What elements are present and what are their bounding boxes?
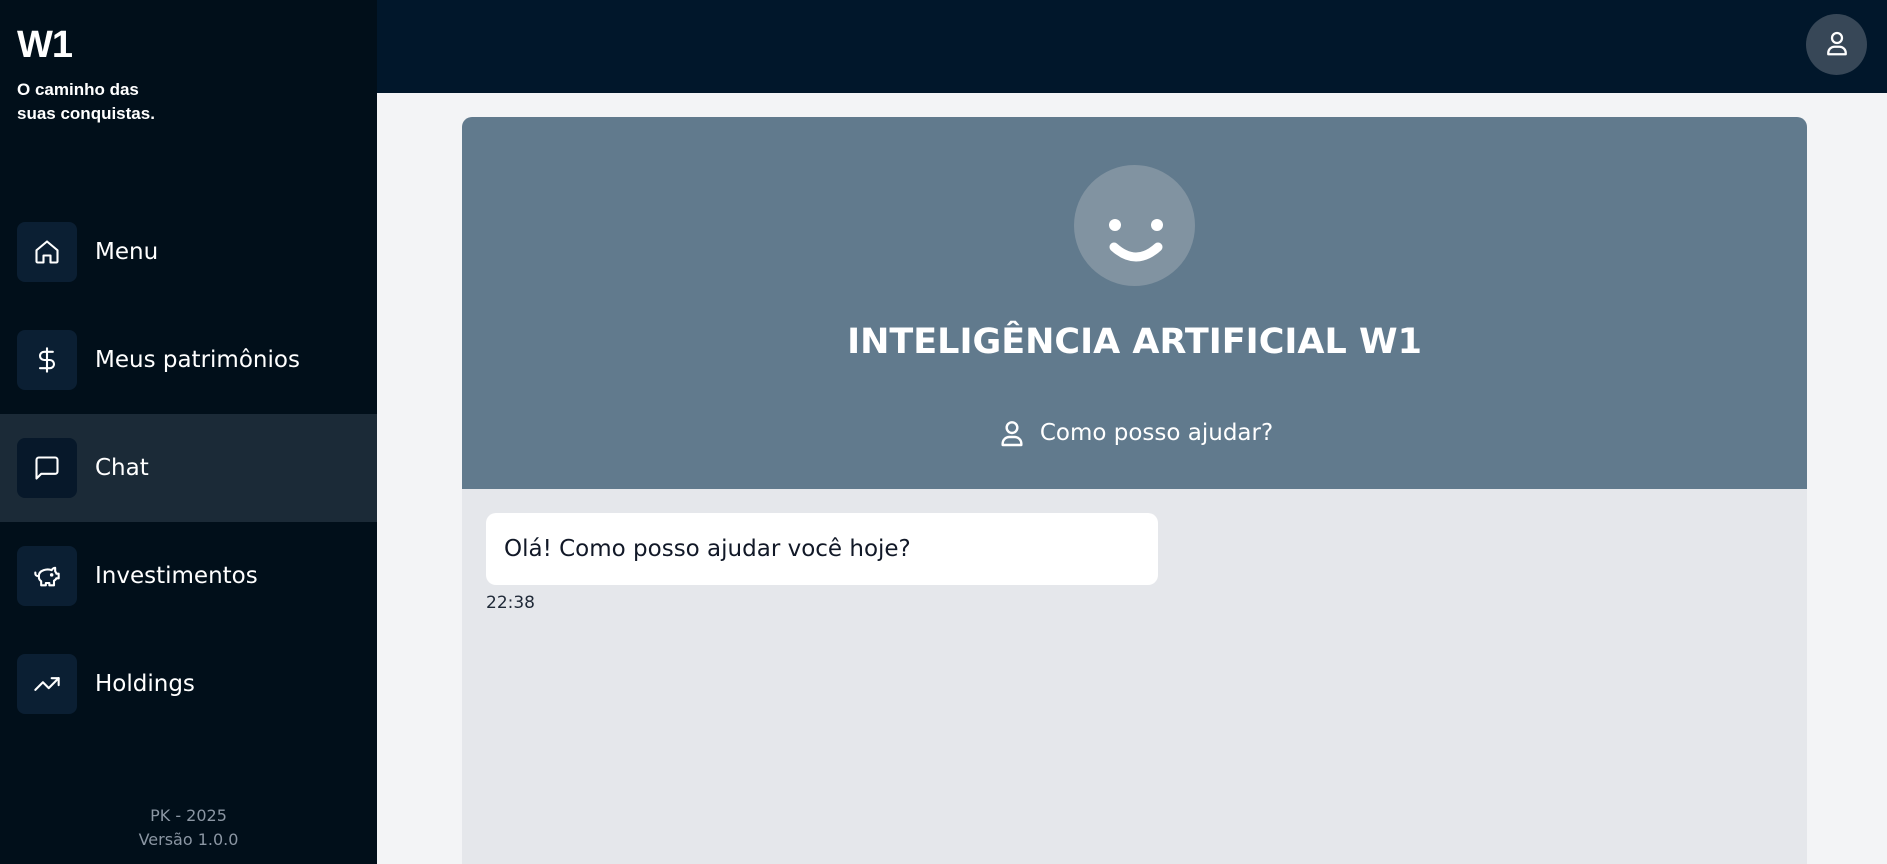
sidebar-item-meus-patrimonios[interactable]: Meus patrimônios xyxy=(0,306,377,414)
home-icon xyxy=(17,222,77,282)
tagline: O caminho das suas conquistas. xyxy=(17,80,155,123)
message-text: Olá! Como posso ajudar você hoje? xyxy=(504,536,911,562)
topbar xyxy=(377,0,1887,93)
logo[interactable]: W1 xyxy=(17,24,73,67)
sidebar: W1 O caminho das suas conquistas. Menu M… xyxy=(0,0,377,864)
user-icon xyxy=(1822,28,1852,62)
message-timestamp: 22:38 xyxy=(486,593,535,613)
version-text: Versão 1.0.0 xyxy=(138,830,239,849)
user-icon xyxy=(1001,421,1023,447)
chat-panel: INTELIGÊNCIA ARTIFICIAL W1 Como posso aj… xyxy=(462,117,1807,864)
chat-subtitle-text: Como posso ajudar? xyxy=(1039,420,1274,446)
user-menu-button[interactable] xyxy=(1806,14,1867,75)
sidebar-item-holdings[interactable]: Holdings xyxy=(0,630,377,738)
chat-subtitle: Como posso ajudar? xyxy=(462,417,1807,449)
chat-header: INTELIGÊNCIA ARTIFICIAL W1 Como posso aj… xyxy=(462,117,1807,489)
sidebar-footer: PK - 2025 Versão 1.0.0 xyxy=(0,804,377,852)
chat-title: INTELIGÊNCIA ARTIFICIAL W1 xyxy=(847,322,1422,362)
copyright-text: PK - 2025 xyxy=(150,806,227,825)
piggy-bank-icon xyxy=(17,546,77,606)
sidebar-item-menu[interactable]: Menu xyxy=(0,198,377,306)
sidebar-item-label: Menu xyxy=(95,239,159,265)
dollar-icon xyxy=(17,330,77,390)
sidebar-item-label: Meus patrimônios xyxy=(95,347,300,373)
chat-icon xyxy=(17,438,77,498)
trending-up-icon xyxy=(17,654,77,714)
sidebar-item-label: Holdings xyxy=(95,671,195,697)
bot-avatar xyxy=(1074,165,1195,286)
sidebar-item-label: Investimentos xyxy=(95,563,258,589)
sidebar-item-investimentos[interactable]: Investimentos xyxy=(0,522,377,630)
sidebar-item-chat[interactable]: Chat xyxy=(0,414,377,522)
smile-icon xyxy=(1109,219,1163,262)
bot-message: Olá! Como posso ajudar você hoje? xyxy=(486,513,1158,585)
sidebar-item-label: Chat xyxy=(95,455,149,481)
